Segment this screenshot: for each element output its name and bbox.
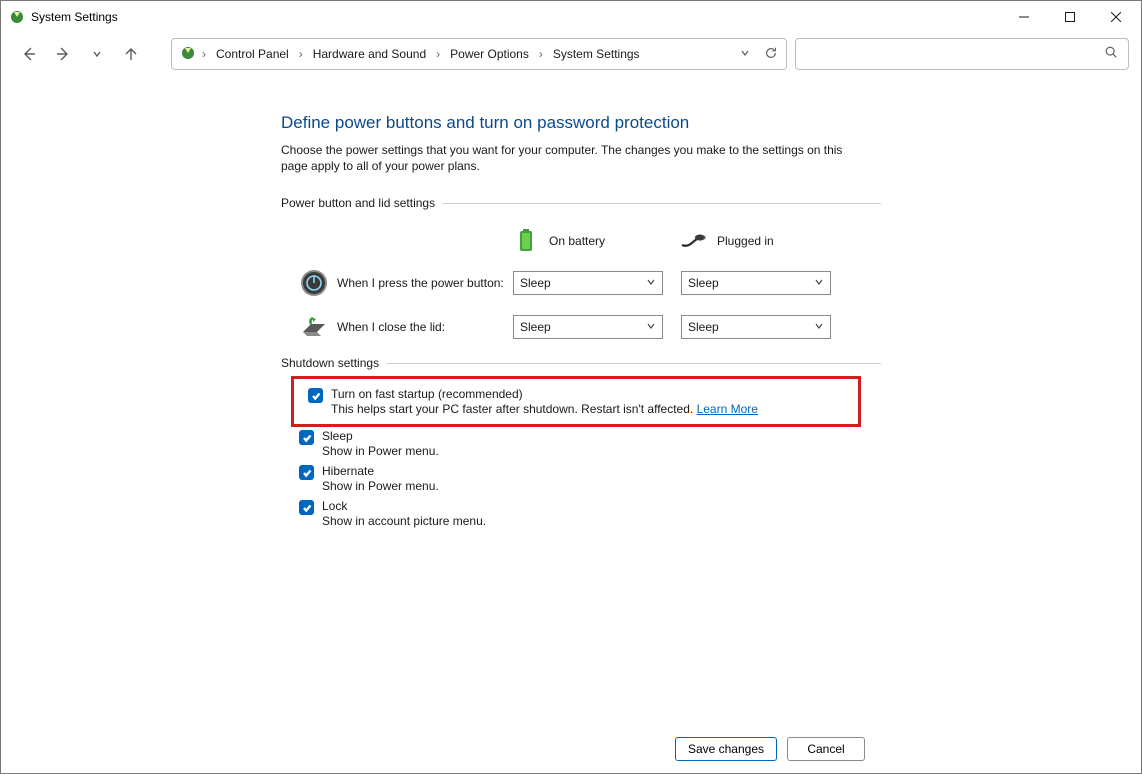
page-description: Choose the power settings that you want … bbox=[281, 143, 843, 174]
col-plugged-label: Plugged in bbox=[717, 234, 774, 248]
close-button[interactable] bbox=[1093, 1, 1139, 33]
chevron-right-icon: › bbox=[297, 47, 305, 61]
minimize-button[interactable] bbox=[1001, 1, 1047, 33]
sleep-title: Sleep bbox=[322, 429, 439, 443]
chevron-down-icon[interactable] bbox=[740, 47, 750, 61]
page-title: Define power buttons and turn on passwor… bbox=[281, 113, 881, 133]
hibernate-desc: Show in Power menu. bbox=[322, 479, 439, 493]
control-panel-icon bbox=[180, 45, 196, 64]
hibernate-checkbox[interactable] bbox=[299, 465, 314, 480]
chevron-right-icon: › bbox=[434, 47, 442, 61]
forward-button[interactable] bbox=[55, 46, 71, 62]
fast-startup-checkbox[interactable] bbox=[308, 388, 323, 403]
maximize-button[interactable] bbox=[1047, 1, 1093, 33]
up-button[interactable] bbox=[123, 46, 139, 62]
refresh-icon[interactable] bbox=[764, 46, 778, 63]
close-lid-battery-select[interactable]: Sleep bbox=[513, 315, 663, 339]
address-bar[interactable]: › Control Panel › Hardware and Sound › P… bbox=[171, 38, 787, 70]
lock-checkbox[interactable] bbox=[299, 500, 314, 515]
highlighted-setting: Turn on fast startup (recommended) This … bbox=[291, 376, 861, 427]
sleep-checkbox[interactable] bbox=[299, 430, 314, 445]
learn-more-link[interactable]: Learn More bbox=[697, 402, 758, 416]
footer: Save changes Cancel bbox=[1, 725, 1141, 773]
back-button[interactable] bbox=[21, 46, 37, 62]
fast-startup-desc: This helps start your PC faster after sh… bbox=[331, 402, 758, 416]
hibernate-title: Hibernate bbox=[322, 464, 439, 478]
app-icon bbox=[9, 9, 25, 25]
recent-dropdown[interactable] bbox=[89, 46, 105, 62]
chevron-right-icon: › bbox=[200, 47, 208, 61]
breadcrumb-item[interactable]: Power Options bbox=[446, 45, 533, 63]
titlebar: System Settings bbox=[1, 1, 1141, 33]
chevron-down-icon bbox=[814, 276, 824, 290]
press-power-battery-select[interactable]: Sleep bbox=[513, 271, 663, 295]
chevron-down-icon bbox=[814, 320, 824, 334]
section-shutdown-heading: Shutdown settings bbox=[281, 356, 881, 370]
breadcrumb-item[interactable]: Control Panel bbox=[212, 45, 293, 63]
press-power-label: When I press the power button: bbox=[337, 276, 513, 290]
chevron-down-icon bbox=[646, 320, 656, 334]
search-box[interactable] bbox=[795, 38, 1129, 70]
sleep-desc: Show in Power menu. bbox=[322, 444, 439, 458]
lid-icon bbox=[299, 312, 329, 342]
lock-title: Lock bbox=[322, 499, 486, 513]
search-input[interactable] bbox=[806, 47, 1104, 61]
power-button-icon bbox=[299, 268, 329, 298]
chevron-down-icon bbox=[646, 276, 656, 290]
close-lid-plugged-select[interactable]: Sleep bbox=[681, 315, 831, 339]
col-battery-label: On battery bbox=[549, 234, 605, 248]
toolbar: › Control Panel › Hardware and Sound › P… bbox=[1, 33, 1141, 75]
lock-desc: Show in account picture menu. bbox=[322, 514, 486, 528]
breadcrumb-item[interactable]: Hardware and Sound bbox=[309, 45, 430, 63]
close-lid-label: When I close the lid: bbox=[337, 320, 513, 334]
press-power-plugged-select[interactable]: Sleep bbox=[681, 271, 831, 295]
save-button[interactable]: Save changes bbox=[675, 737, 777, 761]
search-icon bbox=[1104, 45, 1118, 64]
fast-startup-title: Turn on fast startup (recommended) bbox=[331, 387, 758, 401]
section-power-heading: Power button and lid settings bbox=[281, 196, 881, 210]
breadcrumb-item[interactable]: System Settings bbox=[549, 45, 644, 63]
battery-icon bbox=[513, 228, 539, 254]
window-title: System Settings bbox=[31, 10, 1001, 24]
chevron-right-icon: › bbox=[537, 47, 545, 61]
cancel-button[interactable]: Cancel bbox=[787, 737, 865, 761]
plug-icon bbox=[681, 228, 707, 254]
